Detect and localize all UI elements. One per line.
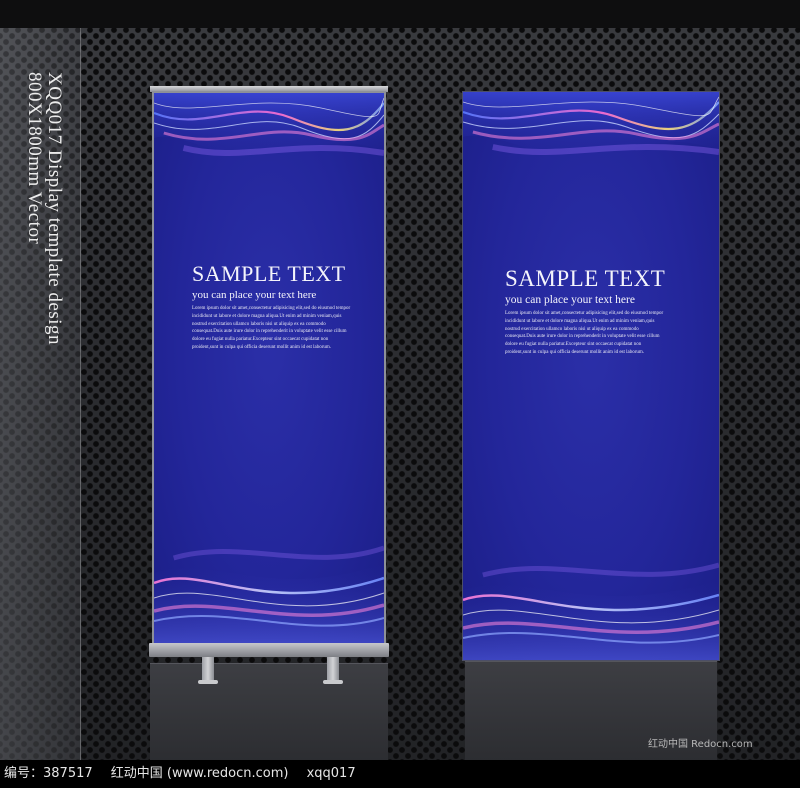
footer-code: xqq017 <box>306 766 356 781</box>
body-line: dolore eu fugiat nulla pariatur.Excepteu… <box>505 342 642 348</box>
body-line: nostrud exercitation ullamco laboris nis… <box>192 321 326 327</box>
right-stand-foot <box>323 680 343 684</box>
footer-site: 红动中国 (www.redocn.com) <box>110 766 289 781</box>
footer-bar: 编号：387517 红动中国 (www.redocn.com) xqq017 <box>0 760 800 788</box>
left-banner-subtitle: you can place your text here <box>192 289 317 301</box>
side-caption-line2: 800X1800mm Vector <box>24 72 45 245</box>
left-banner: SAMPLE TEXT you can place your text here… <box>152 91 386 645</box>
body-line: proident,sunt in culpa qui officia deser… <box>505 349 645 355</box>
left-banner-bottom-waves <box>154 545 384 643</box>
right-banner-top-waves <box>463 92 719 157</box>
side-caption: XQQ017 Display template design 800X1800m… <box>24 72 65 432</box>
body-line: proident,sunt in culpa qui officia deser… <box>192 344 332 350</box>
body-line: incididunt ut labore et dolore magna ali… <box>192 313 342 319</box>
body-line: incididunt ut labore et dolore magna ali… <box>505 318 655 324</box>
left-floor-shadow <box>150 663 388 760</box>
left-banner-top-waves <box>154 93 384 158</box>
body-line: consequat.Duis aute irure dolor in repre… <box>192 329 347 335</box>
footer-id: 编号：387517 <box>4 766 93 781</box>
body-line: Lorem ipsum dolor sit amet,consectetur a… <box>192 306 351 311</box>
side-caption-line1: XQQ017 Display template design <box>44 72 65 346</box>
body-line: nostrud exercitation ullamco laboris nis… <box>505 326 639 332</box>
right-banner-subtitle: you can place your text here <box>505 294 635 306</box>
body-line: dolore eu fugiat nulla pariatur.Excepteu… <box>192 337 329 343</box>
watermark: 红动中国 Redocn.com <box>648 739 753 750</box>
left-banner-body: Lorem ipsum dolor sit amet,consectetur a… <box>192 305 352 352</box>
body-line: Lorem ipsum dolor sit amet,consectetur a… <box>505 311 664 316</box>
right-banner: SAMPLE TEXT you can place your text here… <box>462 91 720 661</box>
right-banner-title: SAMPLE TEXT <box>505 266 666 291</box>
left-stand-foot <box>198 680 218 684</box>
right-banner-body: Lorem ipsum dolor sit amet,consectetur a… <box>505 310 680 357</box>
body-line: consequat.Duis aute irure dolor in repre… <box>505 334 660 340</box>
left-banner-base <box>149 643 389 657</box>
right-banner-bottom-waves <box>463 562 719 660</box>
left-banner-title: SAMPLE TEXT <box>192 261 346 286</box>
top-strip <box>0 0 800 28</box>
display-scene: XQQ017 Display template design 800X1800m… <box>0 0 800 760</box>
